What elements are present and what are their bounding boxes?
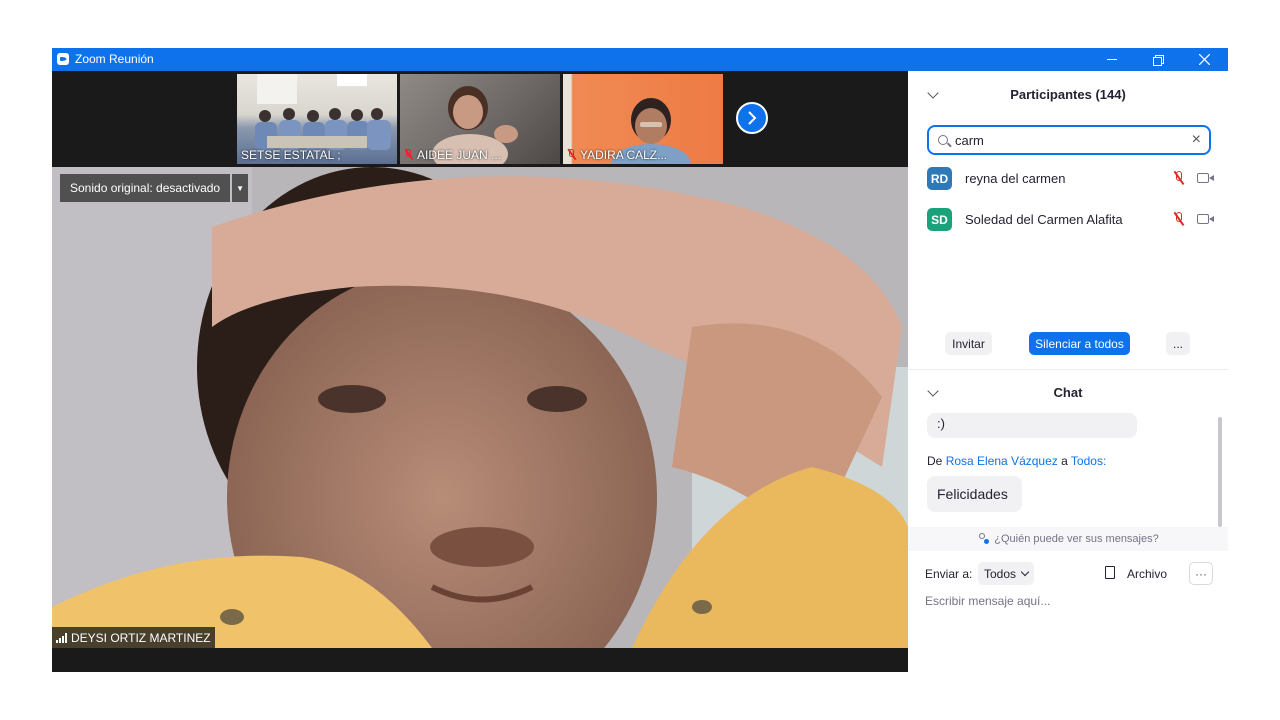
section-divider [908,369,1228,370]
thumbnail-name: AIDEE JUAN ... [417,148,502,162]
clear-search-icon[interactable]: × [1192,131,1201,149]
original-sound-control[interactable]: Sonido original: desactivado ▼ [60,174,249,202]
from-prefix: De [927,454,943,468]
next-page-button[interactable] [736,102,768,134]
thumbnail-name: YADIRA CALZ... [580,148,668,162]
chat-title: Chat [1053,385,1083,400]
side-panel: Participantes (144) carm × RD reyna del … [908,71,1228,672]
chat-message-text: Felicidades [937,486,1008,502]
chat-scrollbar[interactable] [1218,417,1222,527]
participant-thumbnail[interactable]: AIDEE JUAN ... [400,74,560,164]
video-area: SETSE ESTATAL ; AIDEE JUAN ... YADIRA CA… [52,71,908,672]
thumbnail-name: SETSE ESTATAL ; [241,148,341,162]
mute-all-button[interactable]: Silenciar a todos [1029,332,1130,355]
thumbnail-name-row: YADIRA CALZ... [563,146,671,164]
chevron-right-icon [748,111,757,125]
close-button[interactable] [1181,48,1227,71]
participant-name: Soledad del Carmen Alafita [965,212,1123,227]
restore-icon [1153,54,1164,66]
minimize-icon [1107,59,1117,60]
connection-signal-icon [56,633,67,643]
zoom-window: Zoom Reunión SETSE ESTATAL ; AIDEE JUAN … [52,48,1228,672]
chat-sender-line: De Rosa Elena Vázquez a Todos: [927,454,1106,468]
caret-down-icon[interactable]: ▼ [232,174,249,202]
recipient-link[interactable]: Todos: [1071,454,1106,468]
muted-mic-icon[interactable] [1174,212,1184,226]
file-button[interactable]: Archivo [1127,567,1167,581]
chat-message-text: :) [937,416,945,431]
muted-mic-icon [567,149,576,160]
participants-title: Participantes (144) [1010,87,1126,102]
zoom-app-icon [57,53,69,65]
more-options-button[interactable]: ... [1166,332,1190,355]
chat-message-input[interactable]: Escribir mensaje aquí... [925,594,1050,608]
minimize-button[interactable] [1089,48,1135,71]
video-off-icon[interactable] [1197,173,1214,183]
participant-row[interactable]: RD reyna del carmen [927,164,1217,194]
avatar: SD [927,208,952,231]
chat-more-button[interactable]: ··· [1189,562,1213,585]
muted-mic-icon[interactable] [1174,171,1184,185]
original-sound-label[interactable]: Sonido original: desactivado [60,174,231,202]
muted-mic-icon [404,149,413,160]
privacy-text[interactable]: ¿Quién puede ver sus mensajes? [994,533,1158,545]
avatar: RD [927,167,952,190]
gallery-strip: SETSE ESTATAL ; AIDEE JUAN ... YADIRA CA… [52,71,908,167]
speaker-video-image [52,167,908,648]
search-icon [938,135,948,145]
active-speaker-video: Sonido original: desactivado ▼ DEYSI ORT… [52,167,908,648]
send-to-label: Enviar a: [925,567,973,581]
participant-thumbnail[interactable]: SETSE ESTATAL ; [237,74,397,164]
close-icon [1198,54,1210,65]
recipient-value: Todos [984,566,1017,581]
file-icon[interactable] [1105,566,1115,579]
recipient-dropdown[interactable]: Todos [978,562,1035,585]
speaker-name-tag: DEYSI ORTIZ MARTINEZ [52,627,215,648]
video-bottom-bar [52,648,908,672]
send-to-row: Enviar a: Todos Archivo ··· [925,562,1215,586]
chevron-down-icon [1020,567,1030,577]
speaker-name: DEYSI ORTIZ MARTINEZ [71,631,211,645]
invite-button[interactable]: Invitar [945,332,992,355]
person-visibility-icon [977,533,990,545]
video-off-icon[interactable] [1197,214,1214,224]
chat-message-bubble: Felicidades [927,476,1022,512]
to-word: a [1061,454,1068,468]
participant-thumbnail[interactable]: YADIRA CALZ... [563,74,723,164]
chat-message-bubble: :) [927,413,1137,438]
search-value[interactable]: carm [955,133,984,148]
chat-privacy-link[interactable]: ¿Quién puede ver sus mensajes? [908,527,1228,551]
window-title: Zoom Reunión [75,52,154,66]
participant-name: reyna del carmen [965,171,1066,186]
participant-row[interactable]: SD Soledad del Carmen Alafita [927,205,1217,235]
title-bar: Zoom Reunión [52,48,1228,71]
participants-header: Participantes (144) [908,71,1228,115]
restore-button[interactable] [1135,48,1181,71]
sender-name-link[interactable]: Rosa Elena Vázquez [946,454,1058,468]
thumbnail-name-row: AIDEE JUAN ... [400,146,505,164]
participant-search-input[interactable]: carm × [927,125,1211,155]
